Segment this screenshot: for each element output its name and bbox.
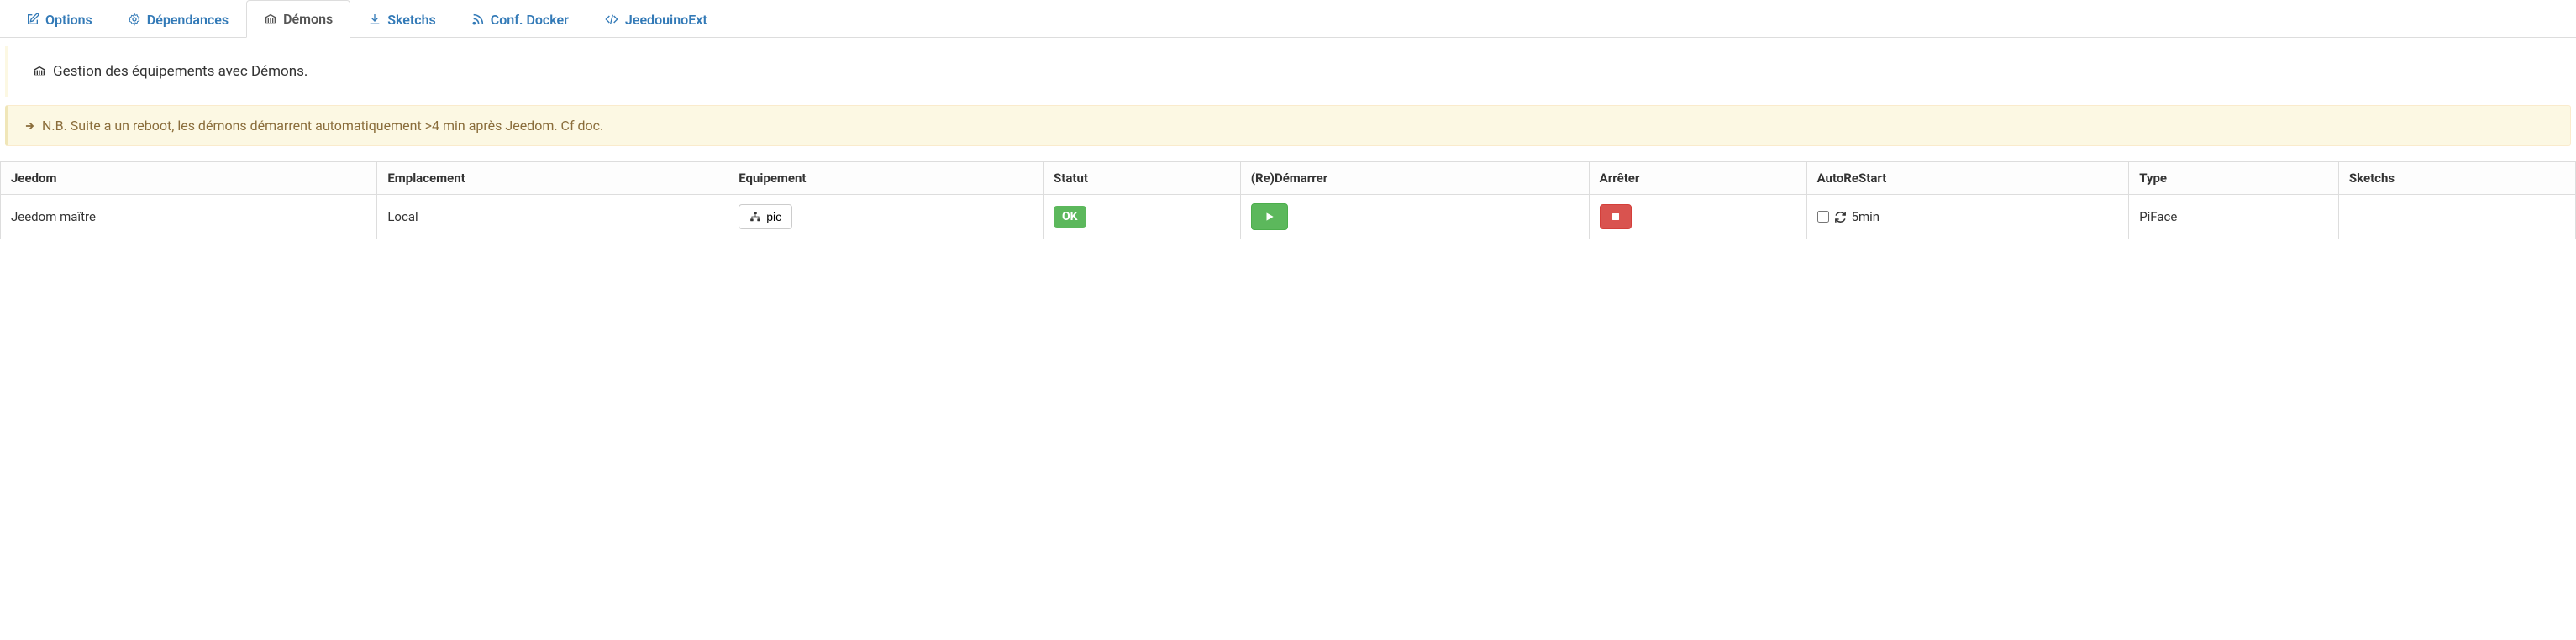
alert-warning: N.B. Suite a un reboot, les démons démar… <box>5 105 2571 146</box>
edit-icon <box>26 13 39 26</box>
col-redemarrer: (Re)Démarrer <box>1240 162 1589 195</box>
cell-statut: OK <box>1044 195 1241 239</box>
status-badge: OK <box>1054 206 1086 228</box>
col-autorestart: AutoReStart <box>1806 162 2129 195</box>
cell-autorestart: 5min <box>1806 195 2129 239</box>
sitemap-icon <box>749 211 761 223</box>
col-emplacement: Emplacement <box>377 162 728 195</box>
tab-label: Options <box>45 12 92 28</box>
col-arreter: Arrêter <box>1589 162 1806 195</box>
col-jeedom: Jeedom <box>1 162 377 195</box>
university-icon <box>33 65 46 78</box>
table-row: Jeedom maître Local pic OK <box>1 195 2576 239</box>
tab-label: Conf. Docker <box>491 12 569 28</box>
cell-redemarrer <box>1240 195 1589 239</box>
tab-dependances[interactable]: Dépendances <box>110 0 246 38</box>
play-icon <box>1264 211 1275 223</box>
tab-label: JeedouinoExt <box>625 12 707 28</box>
code-icon <box>604 13 619 26</box>
tab-demons[interactable]: Démons <box>246 0 350 38</box>
cell-equipement: pic <box>728 195 1044 239</box>
demons-table: Jeedom Emplacement Equipement Statut (Re… <box>0 161 2576 239</box>
cell-jeedom: Jeedom maître <box>1 195 377 239</box>
equipement-label: pic <box>766 210 781 223</box>
autorestart-checkbox[interactable] <box>1817 211 1829 223</box>
autorestart-label: 5min <box>1852 209 1880 224</box>
tab-options[interactable]: Options <box>8 0 110 38</box>
tab-jeedouinoext[interactable]: JeedouinoExt <box>586 0 725 38</box>
cog-icon <box>128 13 141 26</box>
equipement-button[interactable]: pic <box>739 204 792 229</box>
table-header-row: Jeedom Emplacement Equipement Statut (Re… <box>1 162 2576 195</box>
col-type: Type <box>2129 162 2339 195</box>
tab-label: Sketchs <box>387 12 436 28</box>
start-button[interactable] <box>1251 203 1288 230</box>
cell-type: PiFace <box>2129 195 2339 239</box>
arrow-right-icon <box>24 120 35 132</box>
tab-label: Démons <box>283 11 333 27</box>
cell-emplacement: Local <box>377 195 728 239</box>
rss-icon <box>471 13 485 26</box>
cell-arreter <box>1589 195 1806 239</box>
alert-text: N.B. Suite a un reboot, les démons démar… <box>42 118 603 134</box>
col-sketchs: Sketchs <box>2338 162 2575 195</box>
stop-button[interactable] <box>1600 204 1632 229</box>
university-icon <box>264 13 277 26</box>
panel-title: Gestion des équipements avec Démons. <box>5 46 2576 97</box>
cell-sketchs <box>2338 195 2575 239</box>
tab-label: Dépendances <box>147 12 229 28</box>
refresh-icon <box>1834 211 1847 223</box>
col-equipement: Equipement <box>728 162 1044 195</box>
download-icon <box>368 13 381 26</box>
panel-title-text: Gestion des équipements avec Démons. <box>53 63 308 80</box>
tab-bar: Options Dépendances Démons Sketchs Conf.… <box>0 0 2576 38</box>
tab-sketchs[interactable]: Sketchs <box>350 0 454 38</box>
col-statut: Statut <box>1044 162 1241 195</box>
tab-docker[interactable]: Conf. Docker <box>454 0 586 38</box>
stop-icon <box>1611 212 1621 222</box>
